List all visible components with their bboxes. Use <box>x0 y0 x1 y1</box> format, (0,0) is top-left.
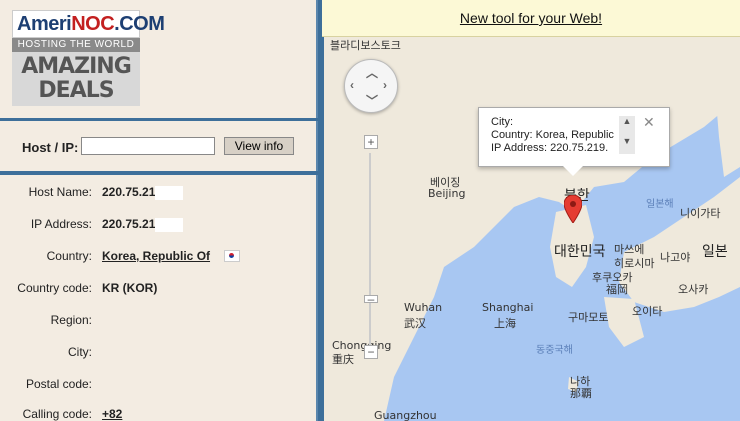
redaction-box <box>155 185 184 200</box>
amerinoc-ad-banner[interactable]: AmeriNOC.COM HOSTING THE WORLD AMAZING DE… <box>12 10 165 108</box>
info-row-postal-code: Postal code: <box>0 377 316 397</box>
info-key: Host Name: <box>28 185 92 199</box>
info-row-ip-address: IP Address: 220.75.21 <box>0 217 316 237</box>
left-column: AmeriNOC.COM HOSTING THE WORLD AMAZING DE… <box>0 0 318 421</box>
host-ip-input[interactable] <box>81 137 215 155</box>
host-input-wrapper <box>81 137 215 156</box>
pan-left-icon[interactable]: ‹ <box>350 78 354 92</box>
map-label-wuhan-zh: 武汉 <box>404 317 426 330</box>
map-label-east-china-sea: 동중국해 <box>536 345 573 356</box>
map-pan-control[interactable]: ︿ ﹀ ‹ › <box>344 59 398 113</box>
brand-tagline: HOSTING THE WORLD <box>12 38 140 52</box>
map-label-shanghai: Shanghai <box>482 301 534 314</box>
info-value: KR (KOR) <box>102 281 158 295</box>
popup-country: Country: Korea, Republic <box>491 129 614 141</box>
info-row-city: City: <box>0 345 316 365</box>
info-row-region: Region: <box>0 313 316 333</box>
country-link[interactable]: Korea, Republic Of <box>102 249 210 263</box>
map-label-niigata: 니이가타 <box>680 207 721 220</box>
calling-code-link[interactable]: +82 <box>102 407 122 421</box>
info-row-country: Country: Korea, Republic Of <box>0 249 316 269</box>
zoom-track[interactable] <box>369 153 371 353</box>
map-label-nagoya: 나고야 <box>660 251 691 264</box>
map-label-east-sea: 일본해 <box>646 199 674 210</box>
map-label-guangzhou: Guangzhou <box>374 409 437 421</box>
pan-up-icon[interactable]: ︿ <box>366 64 378 81</box>
info-value: 220.75.21 <box>102 185 184 200</box>
map-label-oita: 오이타 <box>632 305 663 318</box>
info-value: 220.75.21 <box>102 217 184 232</box>
promo-text: AMAZING DEALS <box>12 52 140 106</box>
host-ip-label: Host / IP: <box>22 140 79 155</box>
info-row-calling-code: Calling code: +82 <box>0 407 316 421</box>
info-key: IP Address: <box>30 217 92 231</box>
pan-right-icon[interactable]: › <box>383 78 387 92</box>
popup-city: City: <box>491 116 513 128</box>
map-label-kumamoto: 구마모토 <box>568 311 609 324</box>
pan-down-icon[interactable]: ﹀ <box>366 92 378 109</box>
right-column: New tool for your Web! 블라디보스토크 베이징 Beiji… <box>322 0 740 421</box>
map-label-chongqing-zh: 重庆 <box>332 353 354 366</box>
map-label-osaka: 오사카 <box>678 283 709 296</box>
map-label-japan: 일본 <box>702 244 728 260</box>
map-view[interactable]: 블라디보스토크 베이징 Beijing 북한 일본해 니이가타 대한민국 마쓰에… <box>324 37 740 421</box>
map-label-wuhan: Wuhan <box>404 301 443 314</box>
zoom-in-icon[interactable]: + <box>364 135 378 149</box>
info-key: Postal code: <box>25 377 92 391</box>
popup-scrollbar[interactable]: ▲ ▼ <box>619 116 635 154</box>
redaction-box <box>155 217 184 232</box>
info-key: Calling code: <box>22 407 92 421</box>
ip-info-panel: Host Name: 220.75.21 IP Address: 220.75.… <box>0 175 318 421</box>
logo-panel: AmeriNOC.COM HOSTING THE WORLD AMAZING DE… <box>0 0 318 118</box>
info-row-country-code: Country code: KR (KOR) <box>0 281 316 301</box>
popup-ip: IP Address: 220.75.219. <box>491 142 609 154</box>
zoom-slider-handle[interactable]: – <box>364 293 378 305</box>
info-key: Country: <box>46 249 92 263</box>
map-label-south-korea: 대한민국 <box>554 244 606 260</box>
brand-logo: AmeriNOC.COM <box>12 10 165 38</box>
info-key: City: <box>68 345 92 359</box>
promo-banner: New tool for your Web! <box>322 0 740 37</box>
map-label-naha: 那覇 <box>570 387 592 400</box>
zoom-out-icon[interactable]: − <box>364 345 378 359</box>
close-icon[interactable]: ✕ <box>643 114 655 131</box>
info-row-host-name: Host Name: 220.75.21 <box>0 185 316 205</box>
map-marker-icon[interactable] <box>564 195 582 223</box>
map-label-fukuoka: 福岡 <box>606 283 628 296</box>
map-label-beijing: Beijing <box>428 187 466 200</box>
info-key: Country code: <box>17 281 92 295</box>
new-tool-link[interactable]: New tool for your Web! <box>460 10 602 26</box>
view-info-button[interactable]: View info <box>224 137 294 155</box>
map-zoom-control: + – − <box>364 135 378 359</box>
map-label-shanghai-zh: 上海 <box>494 317 516 330</box>
korea-flag-icon <box>224 250 240 262</box>
map-label-vladivostok: 블라디보스토크 <box>330 39 401 52</box>
map-info-window: City: Country: Korea, Republic IP Addres… <box>478 107 670 176</box>
info-key: Region: <box>50 313 92 327</box>
